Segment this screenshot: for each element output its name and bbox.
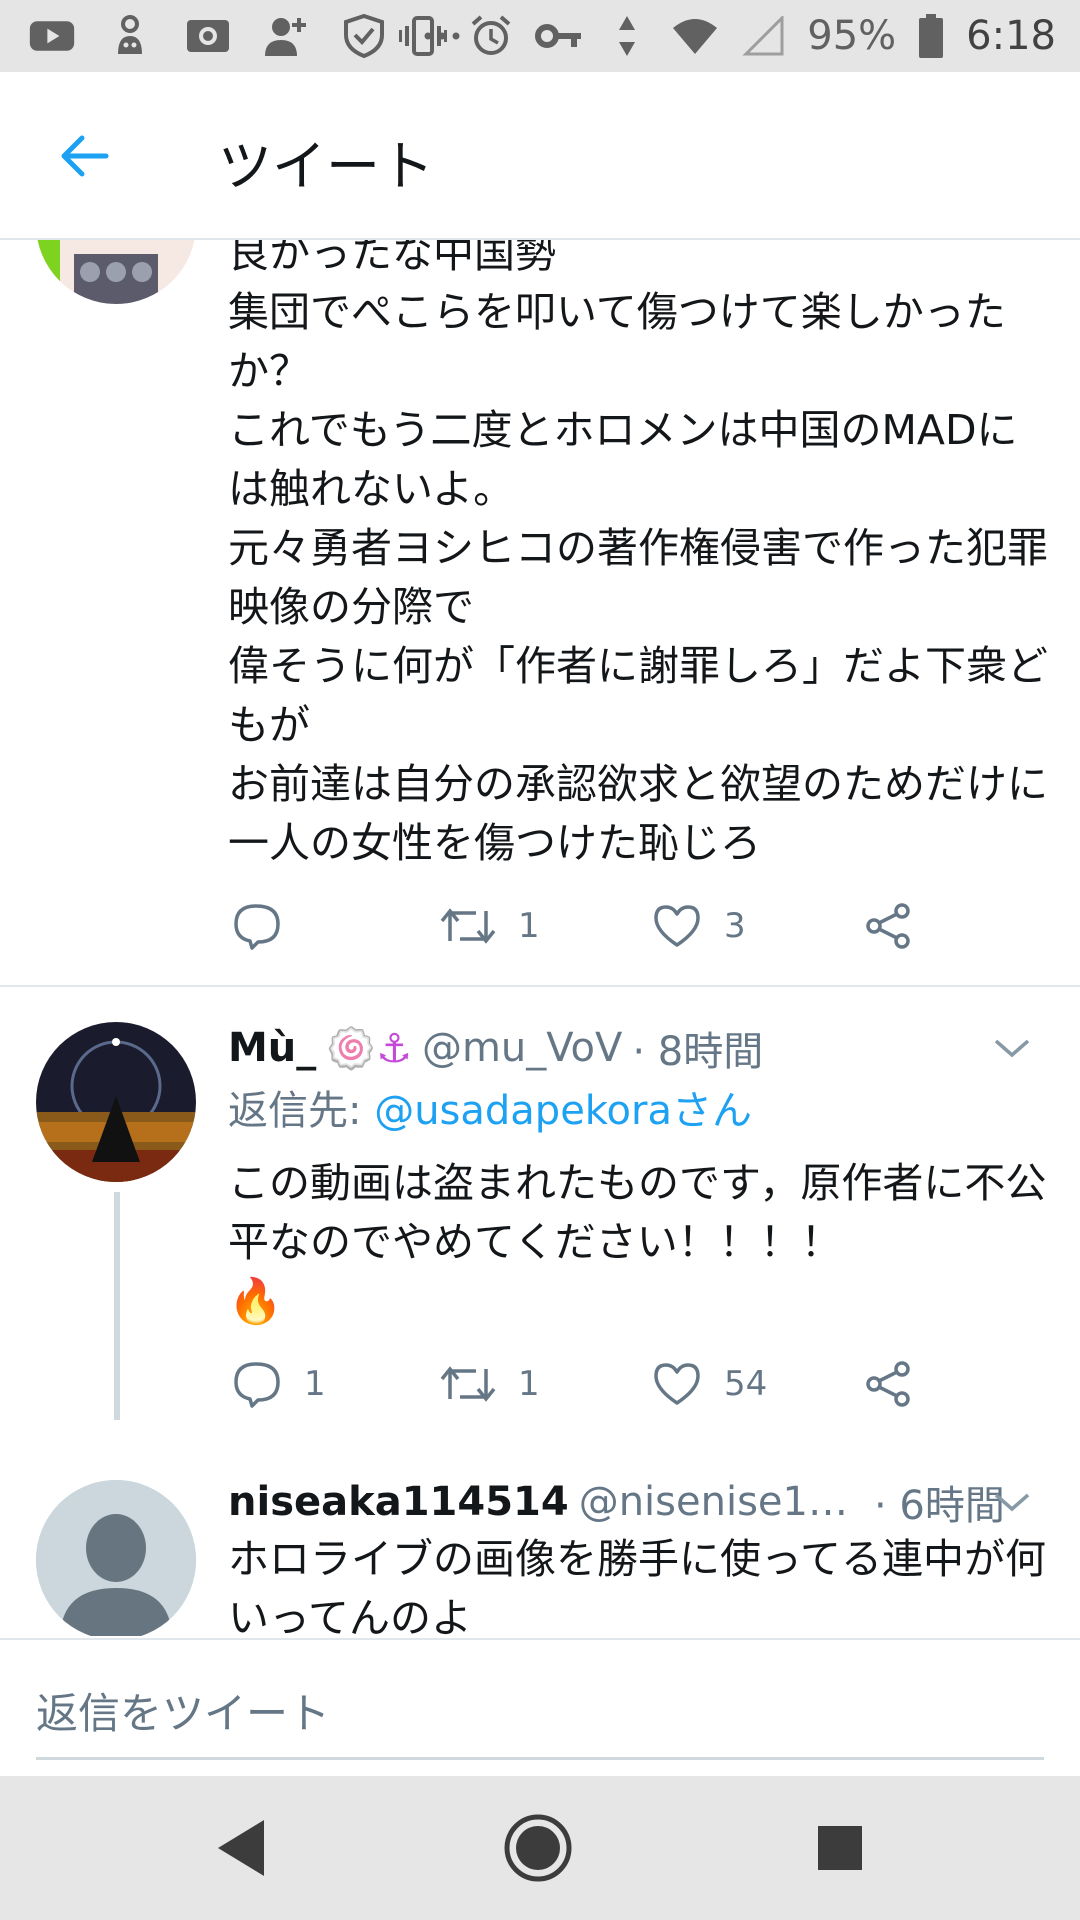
avatar[interactable] [36, 1480, 196, 1636]
reply-input[interactable]: 返信をツイート [36, 1680, 330, 1741]
display-name[interactable]: niseaka114514 [228, 1479, 569, 1525]
chevron-down-icon [994, 1493, 1030, 1512]
battery-icon [916, 12, 946, 60]
chevron-down-icon [994, 1039, 1030, 1058]
reply-icon [234, 1362, 280, 1408]
tweet-actions: 1 3 [228, 894, 988, 958]
user-handle[interactable]: @nisenise1… [579, 1479, 848, 1525]
like-count: 3 [724, 906, 746, 946]
vibrate-icon [399, 12, 448, 60]
nav-back-button[interactable] [204, 1812, 276, 1884]
reply-count: 1 [304, 1364, 326, 1404]
like-button[interactable]: 3 [652, 894, 746, 958]
tweet-header: niseaka114514 @nisenise1… · 6時間 [228, 1472, 1005, 1532]
heart-icon [654, 905, 700, 947]
clock: 6:18 [966, 13, 1056, 59]
alarm-icon [467, 12, 515, 60]
page-title: ツイート [218, 135, 434, 198]
share-button[interactable] [864, 894, 912, 958]
retweet-icon [440, 1366, 496, 1402]
name-emojis: 🍥⚓ [326, 1025, 412, 1072]
retweet-count: 1 [518, 906, 540, 946]
reply-input-underline [36, 1757, 1044, 1760]
heart-icon [654, 1363, 700, 1405]
battery-percent: 95% [807, 13, 897, 59]
system-nav-bar [0, 1776, 1080, 1920]
square-recents-icon [818, 1826, 862, 1870]
triangle-back-icon [218, 1820, 264, 1876]
like-count: 54 [724, 1364, 768, 1404]
retweet-icon [440, 908, 496, 944]
app-bar: ツイート [0, 72, 1080, 240]
data-arrows-icon [603, 12, 651, 60]
like-button[interactable]: 54 [652, 1352, 767, 1416]
reply-to-link[interactable]: @usadapekoraさん [374, 1088, 752, 1134]
tweet-text: この動画は盗まれたものです，原作者に不公平なのでやめてください！！！！ [228, 1159, 1047, 1266]
reply-to-prefix: 返信先: [228, 1088, 375, 1134]
wifi-icon [671, 12, 719, 60]
tweet-time: · 8時間 [632, 1029, 764, 1075]
share-icon [866, 1361, 910, 1407]
camera-icon [184, 12, 232, 60]
status-bar: 95% 6:18 [0, 0, 1080, 72]
retweet-count: 1 [518, 1364, 540, 1404]
tweet-actions: 1 1 54 [228, 1352, 988, 1416]
tweet-menu-button[interactable] [988, 1024, 1036, 1072]
avatar[interactable] [36, 1022, 196, 1182]
add-person-icon [262, 12, 310, 60]
retweet-button[interactable]: 1 [440, 894, 540, 958]
back-arrow-icon [61, 135, 109, 177]
back-button[interactable] [52, 124, 116, 188]
tweet-menu-button[interactable] [988, 1478, 1036, 1526]
shield-icon [340, 12, 388, 60]
reply-icon [234, 904, 280, 950]
default-avatar-icon [36, 1480, 196, 1636]
fire-emoji: 🔥 [228, 1276, 283, 1327]
cat-icon [106, 12, 154, 60]
reply-to-line: 返信先: @usadapekoraさん [228, 1078, 752, 1136]
reply-button[interactable]: 1 [232, 1352, 326, 1416]
nav-home-button[interactable] [502, 1812, 574, 1884]
tweet-text: 良かったな中国勢 集団でぺこらを叩いて傷つけて楽しかったか？ これでもう二度とホ… [228, 240, 1048, 867]
thread-line [114, 1192, 120, 1420]
user-handle[interactable]: @mu_VoV [422, 1025, 622, 1071]
share-button[interactable] [864, 1352, 912, 1416]
reply-composer: 返信をツイート [0, 1638, 1080, 1778]
reply-button[interactable] [232, 894, 304, 958]
home-circle-icon [504, 1814, 572, 1882]
nav-recents-button[interactable] [804, 1812, 876, 1884]
tweet-divider [0, 985, 1080, 987]
tweet-feed[interactable]: 良かったな中国勢 集団でぺこらを叩いて傷つけて楽しかったか？ これでもう二度とホ… [0, 240, 1080, 1636]
key-icon [535, 12, 583, 60]
tweet-time: · 6時間 [873, 1483, 1005, 1529]
retweet-button[interactable]: 1 [440, 1352, 540, 1416]
avatar[interactable] [36, 240, 196, 304]
display-name[interactable]: Mù_ [228, 1025, 316, 1071]
tweet-header: Mù_ 🍥⚓ @mu_VoV · 8時間 [228, 1018, 763, 1078]
share-icon [866, 903, 910, 949]
tweet-text: ホロライブの画像を勝手に使ってる連中が何いってんのよ [228, 1535, 1046, 1636]
youtube-icon [28, 12, 76, 60]
signal-icon [739, 12, 787, 60]
